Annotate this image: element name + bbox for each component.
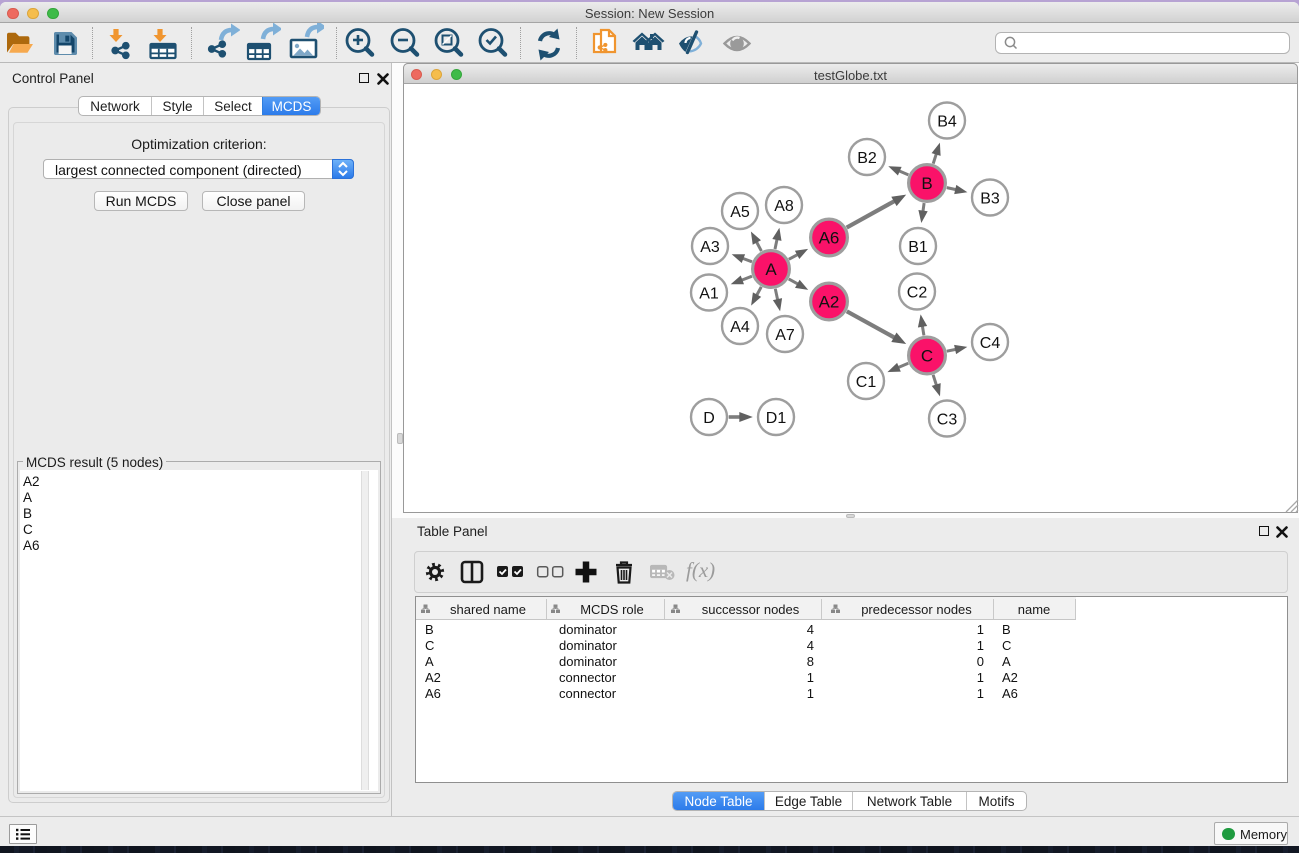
svg-text:B2: B2 xyxy=(857,150,877,167)
svg-text:A3: A3 xyxy=(700,239,720,256)
svg-text:C2: C2 xyxy=(907,284,928,301)
svg-text:C3: C3 xyxy=(937,411,958,428)
svg-text:D: D xyxy=(703,410,715,427)
svg-text:A4: A4 xyxy=(730,319,750,336)
svg-text:C1: C1 xyxy=(856,374,877,391)
svg-text:A1: A1 xyxy=(699,285,719,302)
svg-text:A8: A8 xyxy=(774,198,794,215)
svg-text:A6: A6 xyxy=(819,229,840,248)
svg-text:B3: B3 xyxy=(980,190,1000,207)
svg-text:B: B xyxy=(921,174,932,193)
svg-text:D1: D1 xyxy=(766,410,787,427)
svg-text:C4: C4 xyxy=(980,335,1001,352)
svg-text:B1: B1 xyxy=(908,239,928,256)
svg-text:A7: A7 xyxy=(775,327,795,344)
svg-text:C: C xyxy=(921,347,933,366)
svg-text:A5: A5 xyxy=(730,204,750,221)
svg-text:A2: A2 xyxy=(819,293,840,312)
svg-text:B4: B4 xyxy=(937,113,957,130)
svg-text:A: A xyxy=(765,260,777,279)
